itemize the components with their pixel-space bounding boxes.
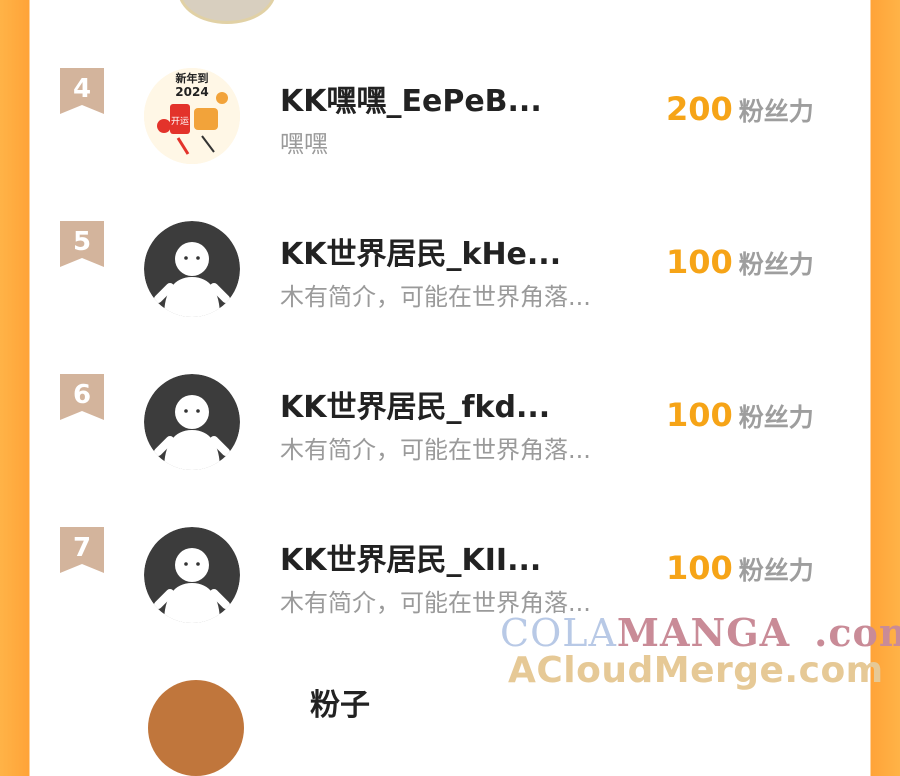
rank-badge: 5	[60, 221, 104, 267]
user-bio: 木有简介，可能在世界角落...	[280, 283, 591, 311]
fan-power-value: 100	[666, 549, 733, 587]
avatar[interactable]	[148, 680, 244, 776]
user-name[interactable]: 粉子	[310, 680, 370, 724]
default-avatar[interactable]	[144, 527, 240, 623]
user-name[interactable]: KK世界居民_kHe...	[280, 229, 561, 273]
default-avatar[interactable]	[144, 221, 240, 317]
user-name[interactable]: KK嘿嘿_EePeB...	[280, 76, 542, 120]
fan-power: 200 粉丝力	[666, 90, 814, 128]
fan-power: 100 粉丝力	[666, 549, 814, 587]
fan-power-value: 100	[666, 396, 733, 434]
watermark: COLAMANGA .com	[500, 610, 900, 655]
svg-text:2024: 2024	[175, 85, 208, 99]
fan-power-unit: 粉丝力	[738, 97, 814, 126]
fan-power-unit: 粉丝力	[738, 403, 814, 432]
avatar[interactable]: 新年到 2024 开运	[144, 68, 240, 164]
rank-badge: 6	[60, 374, 104, 420]
rank-badge: 4	[60, 68, 104, 114]
user-name[interactable]: KK世界居民_fkd...	[280, 382, 550, 426]
fan-power-value: 200	[666, 90, 733, 128]
svg-text:开运: 开运	[171, 116, 189, 127]
fan-power-unit: 粉丝力	[738, 250, 814, 279]
user-bio: 嘿嘿	[280, 130, 328, 158]
svg-text:新年到: 新年到	[176, 71, 209, 85]
fan-power: 100 粉丝力	[666, 243, 814, 281]
avatar[interactable]	[178, 0, 276, 24]
user-bio: 木有简介，可能在世界角落...	[280, 436, 591, 464]
list-item[interactable]: 4 新年到 2024 开运 KK嘿嘿_EePeB... 嘿嘿 200 粉丝力	[30, 68, 870, 218]
list-item[interactable]: 5 KK世界居民_kHe... 木有简介，可能在世界角落... 100 粉丝力	[30, 221, 870, 371]
user-name[interactable]: KK世界居民_KII...	[280, 535, 541, 579]
list-item[interactable]: 6 KK世界居民_fkd... 木有简介，可能在世界角落... 100 粉丝力	[30, 374, 870, 524]
watermark: ACloudMerge.com	[508, 650, 884, 691]
rank-badge: 7	[60, 527, 104, 573]
fan-power-value: 100	[666, 243, 733, 281]
fan-power: 100 粉丝力	[666, 396, 814, 434]
fan-power-unit: 粉丝力	[738, 556, 814, 585]
ranking-panel: 4 新年到 2024 开运 KK嘿嘿_EePeB... 嘿嘿 200 粉丝力 5…	[30, 0, 870, 776]
default-avatar[interactable]	[144, 374, 240, 470]
